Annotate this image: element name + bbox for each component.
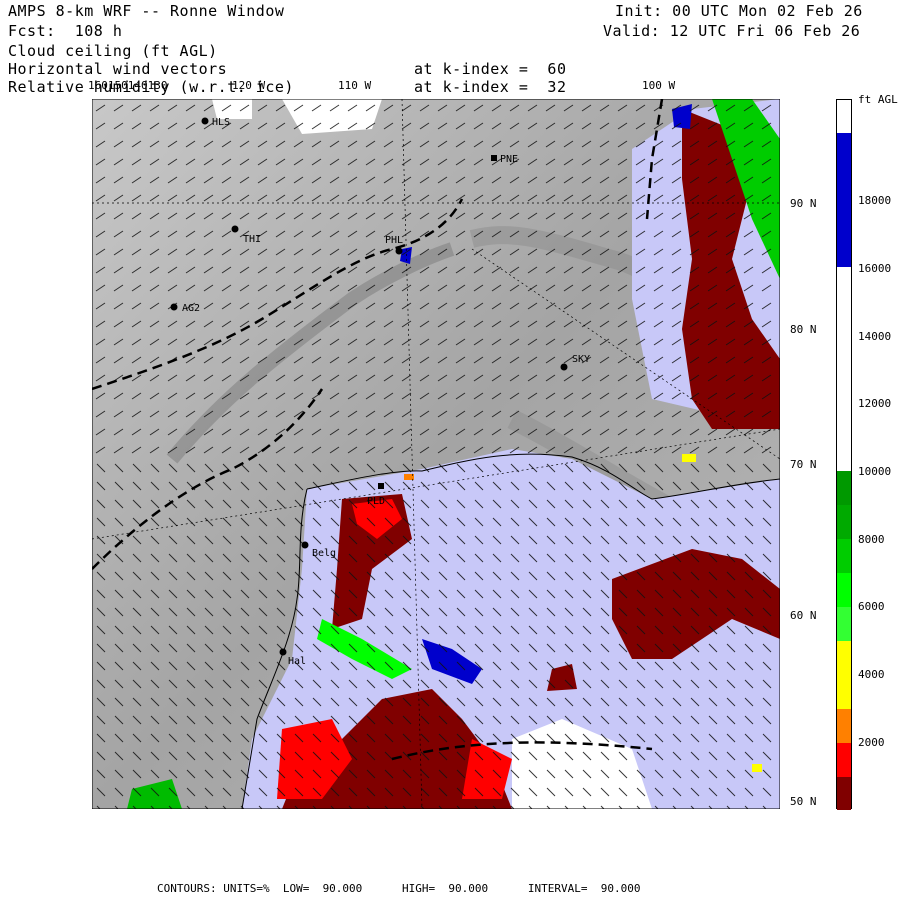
colorbar-label: 18000 [858, 194, 892, 207]
station-label: PHL [385, 235, 403, 246]
colorbar-label: 4000 [858, 668, 885, 681]
station-dot [395, 247, 403, 255]
station-label: PLD [367, 496, 385, 507]
colorbar-label: 14000 [858, 330, 892, 343]
colorbar-segment [837, 743, 851, 777]
weather-map: HLS PNE THI PHL AG2 SKY PLD Belg Hal [92, 99, 780, 809]
colorbar-segment [837, 100, 851, 133]
init-time: Init: 00 UTC Mon 02 Feb 26 [615, 2, 863, 20]
lon-label: 100 W [642, 79, 676, 92]
lat-label: 80 N [790, 323, 817, 336]
colorbar-segment [837, 471, 851, 505]
lat-label: 90 N [790, 197, 817, 210]
map-title: AMPS 8-km WRF -- Ronne Window [8, 2, 285, 20]
wind-vectors [92, 459, 780, 809]
field-wind-label: Horizontal wind vectors [8, 60, 228, 78]
colorbar-segment [837, 505, 851, 539]
lon-label: 120 W [232, 79, 266, 92]
lon-label: 160150140130 [88, 79, 168, 92]
colorbar-label: 8000 [858, 533, 885, 546]
colorbar-segment [837, 709, 851, 743]
colorbar [836, 99, 852, 810]
lat-label: 50 N [790, 795, 817, 808]
station-label: THI [243, 234, 261, 245]
station-dot [231, 225, 239, 233]
contour-info: CONTOURS: UNITS=% LOW= 90.000 HIGH= 90.0… [157, 882, 641, 895]
valid-time: Valid: 12 UTC Fri 06 Feb 26 [603, 22, 861, 40]
colorbar-segment [837, 675, 851, 709]
station-label: Belg [312, 548, 336, 559]
colorbar-segment [837, 607, 851, 641]
station-dot [491, 155, 497, 161]
forecast-hour: Fcst: 108 h [8, 22, 123, 40]
k-index-60: at k-index = 60 [414, 60, 567, 78]
colorbar-label: 6000 [858, 600, 885, 613]
station-dot [201, 117, 209, 125]
colorbar-segment [837, 539, 851, 573]
field-ceiling-label: Cloud ceiling (ft AGL) [8, 42, 218, 60]
colorbar-segment [837, 777, 851, 810]
colorbar-segment [837, 267, 851, 471]
colorbar-segment [837, 133, 851, 267]
station-label: SKY [572, 354, 590, 365]
station-dot [378, 483, 384, 489]
k-index-32: at k-index = 32 [414, 78, 567, 96]
station-label: HLS [212, 117, 230, 128]
colorbar-label: 10000 [858, 465, 892, 478]
station-label: AG2 [182, 303, 200, 314]
colorbar-label: 16000 [858, 262, 892, 275]
lat-label: 60 N [790, 609, 817, 622]
lon-label: 110 W [338, 79, 372, 92]
station-label: PNE [500, 154, 518, 165]
station-label: Hal [288, 656, 306, 667]
lat-label: 70 N [790, 458, 817, 471]
colorbar-label: 2000 [858, 736, 885, 749]
colorbar-segment [837, 573, 851, 607]
colorbar-label: 12000 [858, 397, 892, 410]
wind-vectors [92, 99, 780, 459]
colorbar-segment [837, 641, 851, 675]
station-dot [170, 303, 178, 311]
station-dot [301, 541, 309, 549]
station-dot [279, 648, 287, 656]
colorbar-unit: ft AGL [858, 93, 898, 106]
station-dot [560, 363, 568, 371]
